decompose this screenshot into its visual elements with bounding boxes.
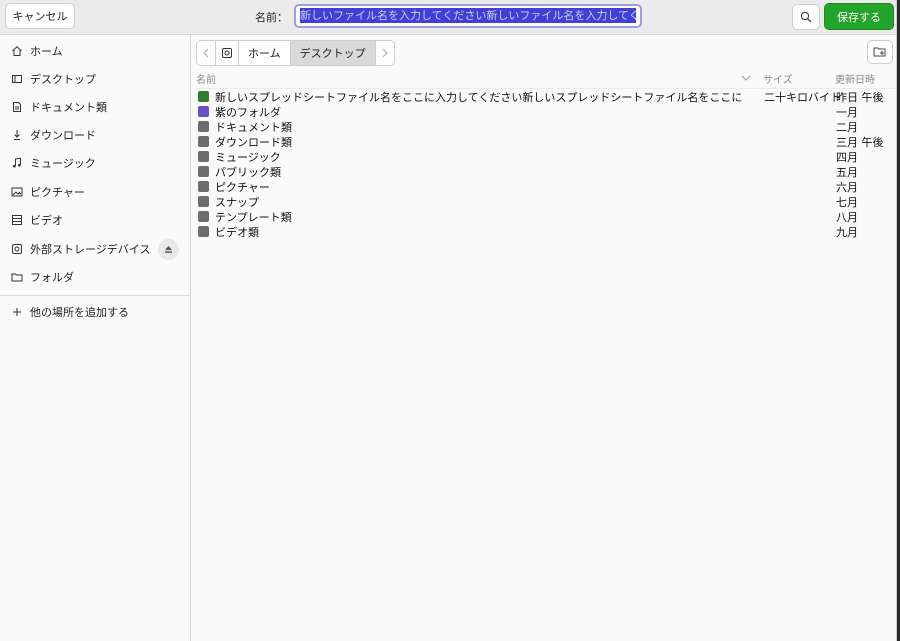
filename-label: 名前：	[255, 11, 288, 24]
document-icon	[11, 101, 23, 113]
spreadsheet-icon	[198, 91, 209, 102]
eject-icon	[165, 246, 172, 253]
sidebar-item-label: ミュージック	[30, 157, 96, 170]
picture-icon	[11, 186, 23, 198]
file-name: パブリック類	[215, 166, 281, 179]
file-name: スナップ	[215, 196, 259, 209]
file-name: ピクチャー	[215, 181, 270, 194]
file-save-dialog: キャンセル 名前： 新しいファイル名を入力してください新しいファイル名を入力して…	[0, 0, 897, 641]
sidebar: ホーム デスクトップ ドキュメント類 ダウンロード ミュージック ピクチャー ビ…	[0, 35, 191, 641]
sidebar-item-label: ピクチャー	[30, 186, 85, 199]
search-icon	[800, 11, 812, 23]
sidebar-item-external-drive[interactable]: 外部ストレージデバイス	[0, 235, 190, 263]
folder-icon	[198, 226, 209, 237]
drive-icon	[222, 48, 232, 58]
file-modified: 昨日 午後	[836, 91, 884, 104]
file-modified: 四月	[836, 151, 858, 164]
sidebar-item-pictures[interactable]: ピクチャー	[0, 178, 190, 206]
breadcrumb-home[interactable]: ホーム	[239, 41, 291, 65]
file-row[interactable]: パブリック類 五月	[196, 164, 896, 179]
sidebar-item-label: ホーム	[30, 45, 63, 58]
sidebar-item-folder[interactable]: フォルダ	[0, 263, 190, 291]
file-modified: 五月	[836, 166, 858, 179]
video-icon	[11, 214, 23, 226]
file-name: テンプレート類	[215, 211, 292, 224]
column-header-name[interactable]: 名前	[196, 71, 216, 86]
dialog-header: キャンセル 名前： 新しいファイル名を入力してください新しいファイル名を入力して…	[0, 0, 896, 35]
file-row[interactable]: テンプレート類 八月	[196, 209, 896, 224]
file-modified: 六月	[836, 181, 858, 194]
chevron-left-icon	[203, 48, 209, 58]
file-size: 二十キロバイト	[764, 91, 841, 104]
chevron-right-icon	[382, 48, 388, 58]
file-row[interactable]: 新しいスプレッドシートファイル名をここに入力してください新しいスプレッドシートフ…	[196, 89, 896, 104]
column-header-size[interactable]: サイズ	[763, 71, 793, 86]
folder-icon	[11, 271, 23, 283]
search-button[interactable]	[792, 4, 820, 30]
file-row[interactable]: 紫のフォルダ 一月	[196, 104, 896, 119]
add-location-button[interactable]: 他の場所を追加する	[0, 298, 190, 326]
sidebar-item-desktop[interactable]: デスクトップ	[0, 65, 190, 93]
sidebar-item-videos[interactable]: ビデオ	[0, 206, 190, 234]
new-folder-button[interactable]	[867, 40, 893, 64]
folder-icon	[198, 181, 209, 192]
sidebar-item-label: ドキュメント類	[30, 101, 107, 114]
folder-icon	[198, 196, 209, 207]
file-row[interactable]: ピクチャー 六月	[196, 179, 896, 194]
sort-chevron-down-icon[interactable]	[741, 75, 751, 82]
folder-icon	[198, 211, 209, 222]
sidebar-divider	[0, 295, 190, 296]
new-folder-icon	[873, 47, 886, 57]
folder-icon	[198, 106, 209, 117]
forward-button[interactable]	[376, 41, 394, 65]
file-name: 新しいスプレッドシートファイル名をここに入力してください新しいスプレッドシートフ…	[215, 91, 743, 104]
file-row[interactable]: ミュージック 四月	[196, 149, 896, 164]
file-modified: 一月	[836, 106, 858, 119]
file-modified: 七月	[836, 196, 858, 209]
sidebar-item-music[interactable]: ミュージック	[0, 149, 190, 177]
home-icon	[11, 45, 23, 57]
sidebar-item-downloads[interactable]: ダウンロード	[0, 121, 190, 149]
filename-input-value[interactable]: 新しいファイル名を入力してください新しいファイル名を入力してください新しいファイ…	[300, 8, 636, 23]
file-modified: 九月	[836, 226, 858, 239]
sidebar-item-label: ダウンロード	[30, 129, 96, 142]
plus-icon	[11, 306, 23, 318]
folder-icon	[198, 151, 209, 162]
music-icon	[11, 157, 23, 169]
desktop-icon	[11, 73, 23, 85]
folder-icon	[198, 121, 209, 132]
file-row[interactable]: ドキュメント類 二月	[196, 119, 896, 134]
file-row[interactable]: スナップ 七月	[196, 194, 896, 209]
sidebar-item-home[interactable]: ホーム	[0, 37, 190, 65]
file-name: ミュージック	[215, 151, 281, 164]
drive-icon	[11, 243, 23, 255]
file-name: ドキュメント類	[215, 121, 292, 134]
file-modified: 八月	[836, 211, 858, 224]
cancel-button[interactable]: キャンセル	[5, 3, 75, 29]
sidebar-item-label: デスクトップ	[30, 73, 96, 86]
sidebar-item-label: 外部ストレージデバイス	[30, 243, 151, 256]
filename-input[interactable]: 新しいファイル名を入力してください新しいファイル名を入力してください新しいファイ…	[294, 4, 642, 28]
folder-icon	[198, 136, 209, 147]
sidebar-item-documents[interactable]: ドキュメント類	[0, 93, 190, 121]
file-modified: 三月 午後	[836, 136, 884, 149]
breadcrumb-drive[interactable]	[216, 41, 239, 65]
save-button[interactable]: 保存する	[824, 3, 894, 30]
sidebar-item-label: ビデオ	[30, 214, 63, 227]
file-modified: 二月	[836, 121, 858, 134]
breadcrumb-desktop[interactable]: デスクトップ	[290, 41, 376, 65]
file-name: ダウンロード類	[215, 136, 292, 149]
file-name: 紫のフォルダ	[215, 106, 281, 119]
breadcrumb: ホーム デスクトップ	[196, 40, 395, 66]
download-icon	[11, 129, 23, 141]
eject-button[interactable]	[158, 239, 179, 260]
file-row[interactable]: ビデオ類 九月	[196, 224, 896, 239]
file-row[interactable]: ダウンロード類 三月 午後	[196, 134, 896, 149]
back-button[interactable]	[197, 41, 216, 65]
sidebar-item-label: フォルダ	[30, 271, 74, 284]
file-name: ビデオ類	[215, 226, 259, 239]
column-header-modified[interactable]: 更新日時	[835, 71, 875, 86]
folder-icon	[198, 166, 209, 177]
add-location-label: 他の場所を追加する	[30, 306, 129, 319]
